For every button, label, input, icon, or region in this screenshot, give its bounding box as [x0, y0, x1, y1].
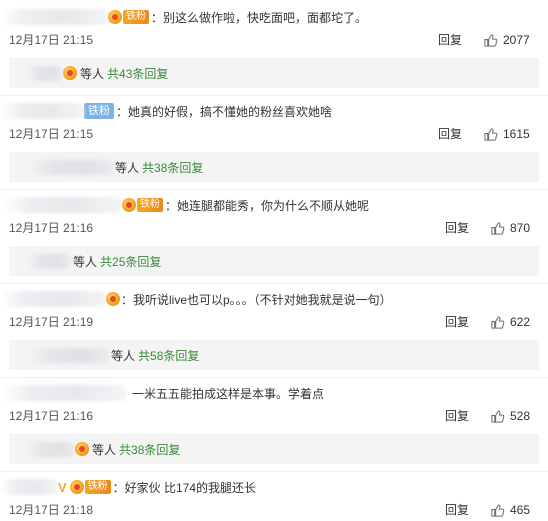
like-button[interactable]: 2077	[483, 32, 530, 48]
like-count: 528	[510, 409, 531, 423]
comment-header: 铁粉 ：她连腿都能秀，你为什么不顺从她呢	[0, 195, 369, 215]
others-label: 等人	[111, 348, 136, 363]
view-replies-link[interactable]: 共38条回复	[142, 159, 203, 176]
view-replies-link[interactable]: 共43条回复	[107, 65, 168, 82]
username-blurred[interactable]	[0, 103, 84, 119]
divider	[0, 95, 548, 96]
fan-badge-icon	[106, 292, 120, 306]
fan-tag: 铁粉	[137, 198, 163, 212]
reply-button[interactable]: 回复	[438, 32, 462, 48]
thumbs-up-icon	[484, 33, 498, 47]
others-label: 等人	[73, 254, 98, 269]
like-button[interactable]: 528	[490, 408, 530, 424]
username-blurred[interactable]	[0, 479, 58, 495]
comment-text: ：好家伙 比174的我腿还长	[112, 480, 257, 495]
divider	[0, 377, 548, 378]
like-count: 2077	[503, 33, 530, 47]
sub-replies-bar[interactable]: 等人 共25条回复	[9, 246, 539, 276]
comment-text: ：她真的好假，搞不懂她的粉丝喜欢她啥	[116, 104, 333, 119]
comment-header: 一米五五能拍成这样是本事。学着点	[0, 383, 324, 403]
divider	[0, 283, 548, 284]
thumbs-up-icon	[491, 221, 505, 235]
reply-users-blurred	[27, 253, 71, 269]
like-button[interactable]: 870	[490, 220, 530, 236]
reply-users-blurred	[27, 159, 113, 175]
like-count: 622	[510, 315, 531, 329]
comment-text: ：我听说live也可以p。。。（不针对她我就是说一句）	[121, 292, 392, 307]
view-replies-link[interactable]: 共58条回复	[138, 347, 199, 364]
comment-time: 12月17日 21:19	[9, 315, 94, 329]
fan-badge-icon	[75, 442, 89, 456]
sub-replies-bar[interactable]: 等人 共43条回复	[9, 58, 539, 88]
like-button[interactable]: 1615	[483, 126, 530, 142]
like-count: 1615	[503, 127, 530, 141]
comment-time: 12月17日 21:18	[9, 503, 94, 517]
thumbs-up-icon	[484, 127, 498, 141]
fan-badge-icon	[63, 66, 77, 80]
comment-header: V 铁粉 ：好家伙 比174的我腿还长	[0, 477, 256, 497]
reply-button[interactable]: 回复	[445, 314, 469, 330]
comment-time: 12月17日 21:16	[9, 409, 94, 423]
reply-users-blurred	[27, 441, 75, 457]
fan-badge-icon	[122, 198, 136, 212]
thumbs-up-icon	[491, 503, 505, 517]
comment-time: 12月17日 21:15	[9, 127, 94, 141]
comment-header: 铁粉 ：她真的好假，搞不懂她的粉丝喜欢她啥	[0, 101, 332, 121]
username-blurred[interactable]	[0, 197, 122, 213]
fan-tag: 铁粉	[84, 480, 111, 494]
others-label: 等人	[115, 160, 140, 175]
fan-badge-icon	[108, 10, 122, 24]
divider	[0, 189, 548, 190]
sub-replies-bar[interactable]: 等人 共58条回复	[9, 340, 539, 370]
comment-time: 12月17日 21:15	[9, 33, 94, 47]
comment-text: ：她连腿都能秀，你为什么不顺从她呢	[165, 198, 370, 213]
username-blurred[interactable]	[0, 9, 108, 25]
comment-time: 12月17日 21:16	[9, 221, 94, 235]
fan-tag: 铁粉	[123, 10, 149, 24]
reply-button[interactable]: 回复	[445, 408, 469, 424]
like-count: 465	[510, 503, 531, 517]
like-button[interactable]: 622	[490, 314, 530, 330]
like-count: 870	[510, 221, 531, 235]
username-blurred[interactable]	[0, 385, 126, 401]
comment-header: 铁粉 ：别这么做作啦，快吃面吧，面都坨了。	[0, 7, 367, 27]
fan-badge-icon	[69, 480, 84, 494]
thumbs-up-icon	[491, 409, 505, 423]
reply-button[interactable]: 回复	[445, 502, 469, 518]
tie-fan-tag: 铁粉	[84, 103, 114, 119]
username-blurred[interactable]	[0, 291, 106, 307]
verified-v-icon: V	[58, 479, 67, 495]
others-label: 等人	[92, 442, 117, 457]
like-button[interactable]: 465	[490, 502, 530, 518]
view-replies-link[interactable]: 共25条回复	[100, 253, 161, 270]
others-label: 等人	[80, 66, 105, 81]
comment-text: ：别这么做作啦，快吃面吧，面都坨了。	[151, 10, 368, 25]
sub-replies-bar[interactable]: 等人 共38条回复	[9, 152, 539, 182]
reply-button[interactable]: 回复	[445, 220, 469, 236]
reply-users-blurred	[27, 65, 63, 81]
comment-text: 一米五五能拍成这样是本事。学着点	[132, 386, 325, 401]
reply-users-blurred	[27, 347, 109, 363]
thumbs-up-icon	[491, 315, 505, 329]
sub-replies-bar[interactable]: 等人 共38条回复	[9, 434, 539, 464]
divider	[0, 471, 548, 472]
view-replies-link[interactable]: 共38条回复	[119, 441, 180, 458]
comment-header: ：我听说live也可以p。。。（不针对她我就是说一句）	[0, 289, 392, 309]
reply-button[interactable]: 回复	[438, 126, 462, 142]
